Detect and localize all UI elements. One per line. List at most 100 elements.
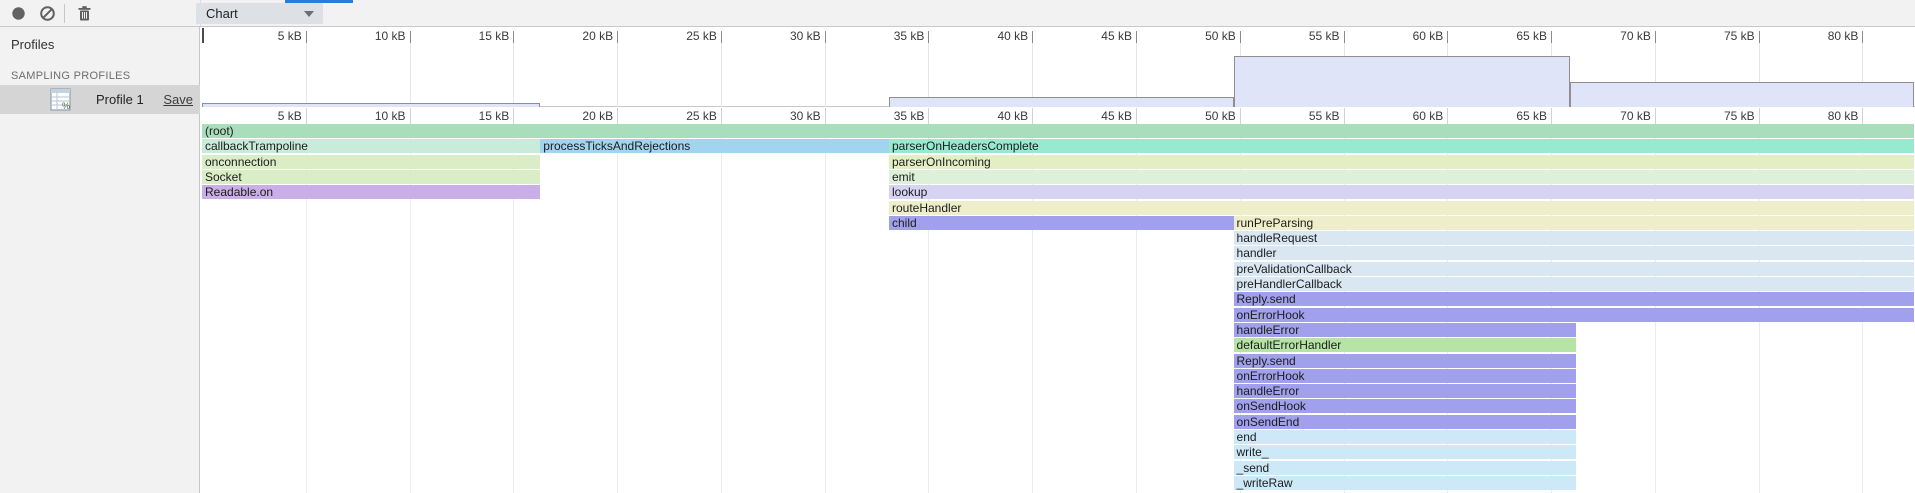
ruler-tick-label: 10 kB [335, 109, 406, 123]
flame-bar[interactable]: handleRequest [1234, 231, 1915, 245]
heap-profiler-chart: 5 kB10 kB15 kB20 kB25 kB30 kB35 kB40 kB4… [202, 27, 1915, 493]
sidebar: Profiles SAMPLING PROFILES % Profile 1 S… [0, 27, 200, 493]
overview-step [202, 103, 540, 107]
flame-bar[interactable]: onSendEnd [1234, 415, 1576, 429]
ruler-tick-label: 20 kB [542, 29, 613, 43]
view-mode-select[interactable]: Chart [196, 3, 323, 24]
ruler-tick-label: 65 kB [1476, 29, 1547, 43]
profile-list-item[interactable]: % Profile 1 Save [0, 85, 200, 114]
ruler-tick-label: 70 kB [1580, 29, 1651, 43]
ruler-tick-label: 45 kB [1061, 29, 1132, 43]
ruler-tick [1032, 31, 1033, 43]
record-button[interactable] [10, 5, 27, 22]
ruler-tick-label: 20 kB [542, 109, 613, 123]
flame-bar[interactable]: Reply.send [1234, 354, 1576, 368]
overview-ruler: 5 kB10 kB15 kB20 kB25 kB30 kB35 kB40 kB4… [202, 27, 1915, 43]
ruler-tick-label: 15 kB [438, 109, 509, 123]
flame-bar[interactable]: onErrorHook [1234, 308, 1915, 322]
flame-bar[interactable]: _send [1234, 461, 1576, 475]
flame-bar[interactable]: handler [1234, 246, 1915, 260]
ruler-tick [1032, 108, 1033, 124]
ruler-tick-label: 65 kB [1476, 109, 1547, 123]
ruler-tick [617, 31, 618, 43]
ruler-tick [1759, 108, 1760, 124]
clear-button[interactable] [39, 5, 56, 22]
ruler-tick [1344, 108, 1345, 124]
ruler-tick [1655, 31, 1656, 43]
ruler-tick [1655, 108, 1656, 124]
ruler-tick [928, 31, 929, 43]
flame-bar[interactable]: emit [889, 170, 1914, 184]
toolbar-divider [64, 4, 65, 23]
ruler-tick [1344, 31, 1345, 43]
flamechart-gridline [721, 124, 722, 493]
flame-bar[interactable]: callbackTrampoline [202, 139, 540, 153]
flame-bar[interactable]: preHandlerCallback [1234, 277, 1915, 291]
overview-step [889, 97, 1234, 107]
ruler-tick-label: 30 kB [750, 109, 821, 123]
flamechart: (root)callbackTrampolineprocessTicksAndR… [202, 124, 1915, 493]
ruler-tick [1136, 108, 1137, 124]
ruler-tick-label: 80 kB [1787, 109, 1858, 123]
flame-bar[interactable]: processTicksAndRejections [540, 139, 889, 153]
overview-gridline [306, 43, 307, 107]
ruler-tick [721, 31, 722, 43]
ruler-tick [1447, 108, 1448, 124]
ruler-tick [1136, 31, 1137, 43]
ruler-tick [721, 108, 722, 124]
flame-bar[interactable]: _writeRaw [1234, 476, 1576, 490]
ruler-tick-label: 5 kB [231, 109, 302, 123]
profile-icon: % [50, 88, 72, 112]
flame-bar[interactable]: parserOnIncoming [889, 155, 1914, 169]
flame-bar[interactable]: handleError [1234, 323, 1576, 337]
flamechart-gridline [825, 124, 826, 493]
flame-bar[interactable]: preValidationCallback [1234, 262, 1915, 276]
ruler-tick [513, 108, 514, 124]
memory-overview-pane[interactable] [202, 43, 1915, 107]
overview-gridline [410, 43, 411, 107]
sidebar-title: Profiles [11, 37, 54, 52]
ruler-tick [306, 31, 307, 43]
flame-bar[interactable]: child [889, 216, 1234, 230]
ruler-tick [1862, 108, 1863, 124]
flame-bar[interactable]: (root) [202, 124, 1914, 138]
flame-bar[interactable]: defaultErrorHandler [1234, 338, 1576, 352]
flame-bar[interactable]: Reply.send [1234, 292, 1915, 306]
delete-profile-button[interactable] [76, 5, 93, 22]
chevron-down-icon [304, 11, 314, 17]
flame-bar[interactable]: Readable.on [202, 185, 540, 199]
ruler-tick [306, 108, 307, 124]
ruler-tick [1240, 31, 1241, 43]
flame-bar[interactable]: onErrorHook [1234, 369, 1576, 383]
ruler-tick-label: 55 kB [1269, 29, 1340, 43]
ruler-tick-label: 80 kB [1787, 29, 1858, 43]
flame-bar[interactable]: lookup [889, 185, 1914, 199]
flame-bar[interactable]: Socket [202, 170, 540, 184]
flamechart-ruler: 5 kB10 kB15 kB20 kB25 kB30 kB35 kB40 kB4… [202, 108, 1915, 124]
ruler-tick-label: 75 kB [1684, 109, 1755, 123]
overview-gridline [825, 43, 826, 107]
svg-text:%: % [62, 101, 70, 111]
ruler-tick-label: 25 kB [646, 29, 717, 43]
flame-bar[interactable]: onSendHook [1234, 399, 1576, 413]
ruler-tick-label: 55 kB [1269, 109, 1340, 123]
ruler-tick-label: 50 kB [1165, 29, 1236, 43]
ruler-tick-label: 25 kB [646, 109, 717, 123]
overview-gridline [513, 43, 514, 107]
ruler-tick [1447, 31, 1448, 43]
flame-bar[interactable]: runPreParsing [1234, 216, 1915, 230]
ruler-tick-label: 60 kB [1372, 29, 1443, 43]
save-profile-link[interactable]: Save [163, 92, 193, 107]
ruler-tick-label: 40 kB [957, 109, 1028, 123]
ruler-tick [1759, 31, 1760, 43]
flame-bar[interactable]: end [1234, 430, 1576, 444]
ruler-tick [513, 31, 514, 43]
ruler-tick-label: 70 kB [1580, 109, 1651, 123]
flame-bar[interactable]: onconnection [202, 155, 540, 169]
flame-bar[interactable]: routeHandler [889, 201, 1914, 215]
flame-bar[interactable]: parserOnHeadersComplete [889, 139, 1914, 153]
flame-bar[interactable]: handleError [1234, 384, 1576, 398]
overview-gridline [721, 43, 722, 107]
view-mode-value: Chart [206, 6, 238, 21]
flame-bar[interactable]: write_ [1234, 445, 1576, 459]
